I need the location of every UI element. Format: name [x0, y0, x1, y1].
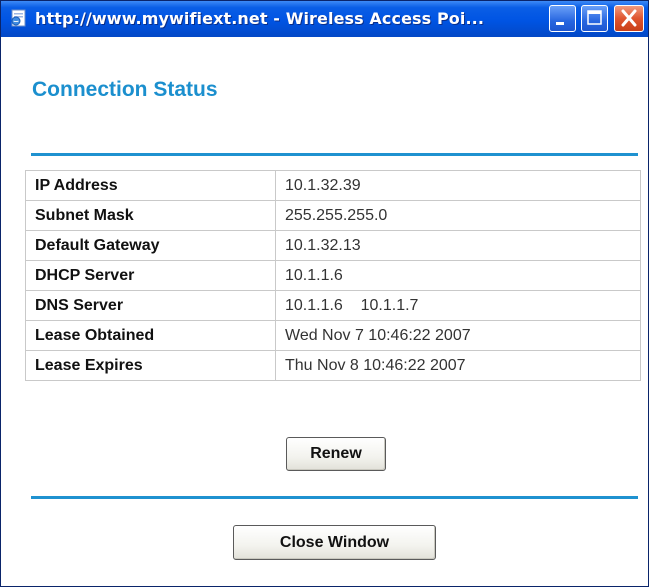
page-title: Connection Status [32, 78, 218, 101]
table-row: DNS Server 10.1.1.6 10.1.1.7 [25, 290, 641, 321]
ie-page-icon [9, 8, 29, 28]
title-bar[interactable]: http://www.mywifiext.net - Wireless Acce… [1, 1, 648, 37]
table-row: Default Gateway 10.1.32.13 [25, 230, 641, 261]
popup-window: http://www.mywifiext.net - Wireless Acce… [0, 0, 649, 587]
subnet-mask-label: Subnet Mask [25, 200, 276, 231]
lease-obtained-value: Wed Nov 7 10:46:22 2007 [275, 320, 641, 351]
table-row: Lease Expires Thu Nov 8 10:46:22 2007 [25, 350, 641, 381]
minimize-button[interactable] [549, 5, 576, 32]
lease-expires-value: Thu Nov 8 10:46:22 2007 [275, 350, 641, 381]
minimize-icon [556, 22, 564, 25]
connection-status-table: IP Address 10.1.32.39 Subnet Mask 255.25… [25, 170, 641, 381]
table-row: Subnet Mask 255.255.255.0 [25, 200, 641, 231]
renew-button[interactable]: Renew [286, 437, 386, 471]
dns-server-label: DNS Server [25, 290, 276, 321]
lease-obtained-label: Lease Obtained [25, 320, 276, 351]
dns-server-value: 10.1.1.6 10.1.1.7 [275, 290, 641, 321]
close-button[interactable] [614, 5, 644, 32]
table-row: IP Address 10.1.32.39 [25, 170, 641, 201]
table-row: DHCP Server 10.1.1.6 [25, 260, 641, 291]
window-content: Connection Status IP Address 10.1.32.39 … [1, 37, 648, 586]
ip-address-value: 10.1.32.39 [275, 170, 641, 201]
default-gateway-label: Default Gateway [25, 230, 276, 261]
window-title: http://www.mywifiext.net - Wireless Acce… [35, 9, 484, 28]
lease-expires-label: Lease Expires [25, 350, 276, 381]
table-row: Lease Obtained Wed Nov 7 10:46:22 2007 [25, 320, 641, 351]
subnet-mask-value: 255.255.255.0 [275, 200, 641, 231]
ip-address-label: IP Address [25, 170, 276, 201]
close-icon [621, 9, 637, 27]
default-gateway-value: 10.1.32.13 [275, 230, 641, 261]
dhcp-server-label: DHCP Server [25, 260, 276, 291]
maximize-icon [587, 10, 602, 25]
close-window-button[interactable]: Close Window [233, 525, 436, 560]
dhcp-server-value: 10.1.1.6 [275, 260, 641, 291]
divider-bottom [31, 496, 638, 499]
divider-top [31, 153, 638, 156]
maximize-button[interactable] [581, 5, 608, 32]
